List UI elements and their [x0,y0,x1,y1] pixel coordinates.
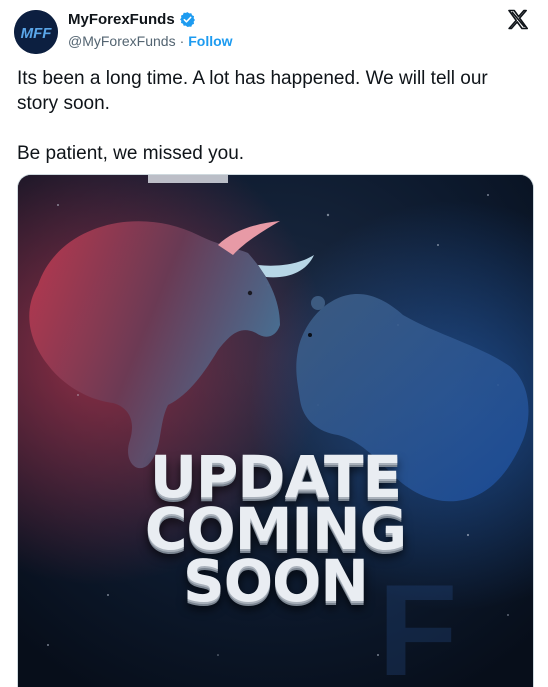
headline-line: SOON [183,547,369,615]
display-name[interactable]: MyForexFunds [68,11,175,28]
x-logo-icon[interactable] [506,8,530,32]
tweet-text: Its been a long time. A lot has happened… [17,66,527,166]
follow-button[interactable]: Follow [188,33,232,49]
avatar-logo-text: MFF [21,25,53,42]
tweet-card: MFF MyForexFunds @MyForexFunds · Follow … [0,0,548,687]
name-row: MyForexFunds [68,11,196,28]
logo-fragment [148,175,228,183]
tweet-paragraph: Its been a long time. A lot has happened… [17,68,488,114]
separator: · [179,33,185,49]
update-coming-soon-headline: UPDATE COMING SOON [18,448,533,615]
tweet-paragraph: Be patient, we missed you. [17,143,245,164]
tweet-media-image[interactable]: F UPDATE COMING SOON [17,174,534,687]
avatar[interactable]: MFF [14,10,58,54]
verified-badge-icon [179,11,196,28]
handle[interactable]: @MyForexFunds [68,33,176,49]
handle-row: @MyForexFunds · Follow [68,33,233,49]
